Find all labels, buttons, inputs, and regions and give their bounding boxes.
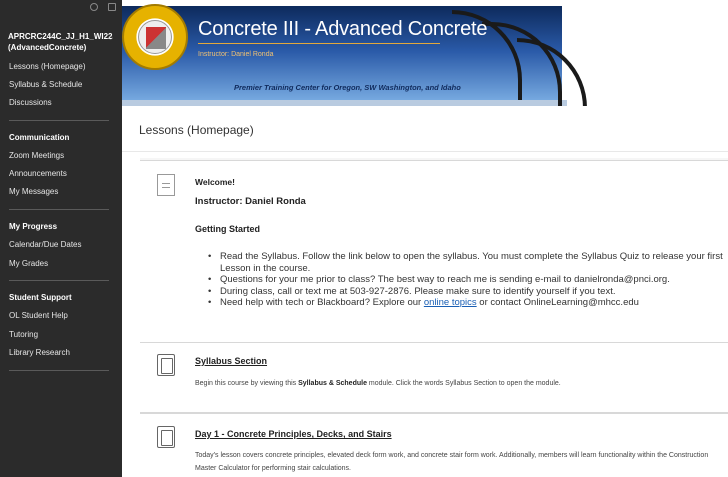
sidebar-top-controls[interactable] [88, 2, 122, 14]
institute-seal-logo [122, 4, 188, 70]
getting-started-heading: Getting Started [195, 224, 261, 234]
folder-icon [157, 426, 175, 448]
day1-item: Day 1 - Concrete Principles, Decks, and … [140, 413, 728, 477]
sidebar-divider [9, 120, 109, 121]
instructor-heading: Instructor: Daniel Ronda [195, 196, 306, 207]
main-content: Lessons (Homepage) Welcome! Instructor: … [122, 106, 728, 477]
list-item-text: Need help with tech or Blackboard? Explo… [220, 297, 424, 308]
page-title-divider [122, 151, 728, 152]
list-item: Need help with tech or Blackboard? Explo… [206, 297, 728, 309]
syllabus-section-description: Begin this course by viewing this Syllab… [195, 377, 725, 390]
seal-center [138, 20, 172, 54]
sidebar-item-grades[interactable]: My Grades [9, 259, 48, 268]
collapse-icon[interactable] [108, 3, 116, 11]
page-title: Lessons (Homepage) [139, 123, 254, 137]
course-sidebar: APRCRC244C_JJ_H1_WI22 (AdvancedConcrete)… [0, 0, 122, 477]
sidebar-item-discussions[interactable]: Discussions [9, 98, 52, 107]
sidebar-item-calendar[interactable]: Calendar/Due Dates [9, 240, 81, 249]
list-item: Read the Syllabus. Follow the link below… [206, 251, 728, 274]
sidebar-heading-communication: Communication [9, 133, 70, 142]
banner-rule [198, 43, 440, 44]
sidebar-item-student-help[interactable]: OL Student Help [9, 311, 68, 320]
sidebar-item-announcements[interactable]: Announcements [9, 169, 67, 178]
online-topics-link[interactable]: online topics [424, 297, 477, 308]
folder-icon [157, 354, 175, 376]
desc-text: module. Click the words Syllabus Section… [366, 380, 561, 387]
sidebar-item-zoom[interactable]: Zoom Meetings [9, 151, 64, 160]
banner-tagline: Premier Training Center for Oregon, SW W… [234, 83, 461, 92]
document-icon [157, 174, 175, 196]
course-banner: Concrete III - Advanced Concrete Instruc… [122, 0, 728, 128]
course-banner-title: Concrete III - Advanced Concrete [198, 18, 488, 40]
welcome-heading: Welcome! [195, 177, 235, 187]
getting-started-list: Read the Syllabus. Follow the link below… [206, 251, 728, 309]
sidebar-item-tutoring[interactable]: Tutoring [9, 330, 38, 339]
course-title[interactable]: APRCRC244C_JJ_H1_WI22 (AdvancedConcrete)… [8, 31, 116, 53]
seal-emblem [146, 27, 166, 49]
welcome-item: Welcome! Instructor: Daniel Ronda Gettin… [140, 160, 728, 343]
sidebar-divider [9, 209, 109, 210]
syllabus-section-item: Syllabus Section Begin this course by vi… [140, 342, 728, 413]
refresh-icon[interactable] [90, 3, 98, 11]
syllabus-section-link[interactable]: Syllabus Section [195, 356, 267, 366]
day1-description: Today's lesson covers concrete principle… [195, 452, 709, 472]
day1-link[interactable]: Day 1 - Concrete Principles, Decks, and … [195, 429, 392, 439]
sidebar-divider [9, 370, 109, 371]
sidebar-heading-progress: My Progress [9, 222, 58, 231]
sidebar-item-lessons[interactable]: Lessons (Homepage) [9, 62, 85, 71]
visibility-icon: ○ [108, 33, 113, 42]
banner-instructor: Instructor: Daniel Ronda [198, 51, 274, 58]
course-title-text: APRCRC244C_JJ_H1_WI22 (AdvancedConcrete) [8, 32, 113, 52]
list-item: During class, call or text me at 503-927… [206, 286, 728, 298]
sidebar-heading-support: Student Support [9, 293, 72, 302]
list-item: Questions for your me prior to class? Th… [206, 274, 728, 286]
list-item-text: or contact OnlineLearning@mhcc.edu [476, 297, 639, 308]
desc-bold-text: Syllabus & Schedule [298, 380, 367, 387]
desc-text: Begin this course by viewing this [195, 380, 299, 387]
sidebar-divider [9, 280, 109, 281]
sidebar-item-messages[interactable]: My Messages [9, 187, 58, 196]
sidebar-item-syllabus[interactable]: Syllabus & Schedule [9, 80, 82, 89]
sidebar-item-library[interactable]: Library Research [9, 348, 70, 357]
